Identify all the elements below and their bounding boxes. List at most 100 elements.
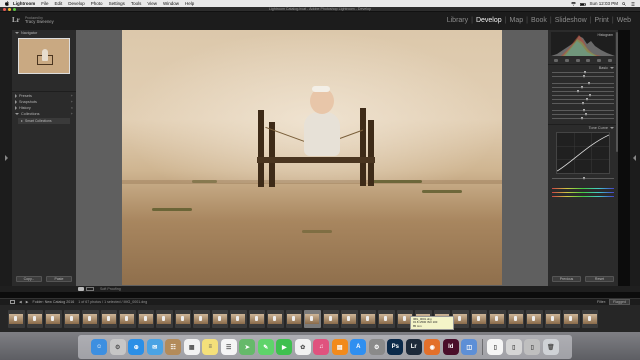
loupe-view[interactable]	[76, 30, 548, 286]
clear-history-icon[interactable]: ×	[71, 106, 73, 110]
mail-icon[interactable]: ✉	[146, 339, 163, 355]
filmstrip-thumbnail[interactable]	[544, 309, 561, 328]
filmstrip-thumbnail[interactable]	[63, 309, 80, 328]
filmstrip-thumbnail[interactable]	[100, 309, 117, 328]
wifi-icon[interactable]	[571, 1, 577, 6]
filmstrip-thumbnail[interactable]	[322, 309, 339, 328]
filmstrip-thumbnail[interactable]	[45, 309, 62, 328]
navigator-header[interactable]: Navigator	[12, 30, 76, 36]
previous-button[interactable]: Previous	[552, 276, 581, 282]
system-preferences-icon[interactable]: ⚙	[368, 339, 385, 355]
filmstrip[interactable]	[0, 305, 640, 332]
right-panel-collapse-gutter[interactable]	[630, 30, 640, 286]
facetime-icon[interactable]: ▶	[276, 339, 293, 355]
copy-settings-button[interactable]: Copy...	[16, 276, 42, 282]
filmstrip-thumbnail[interactable]	[248, 309, 265, 328]
collections-header[interactable]: Collections +	[12, 111, 76, 117]
filmstrip-thumbnail[interactable]	[174, 309, 191, 328]
tone-curve-header[interactable]: Tone Curve	[548, 124, 618, 130]
menu-photo[interactable]: Photo	[91, 1, 103, 6]
filmstrip-thumbnail[interactable]	[563, 309, 580, 328]
before-after-icon[interactable]	[86, 287, 94, 291]
module-print[interactable]: Print	[591, 17, 611, 24]
photos-icon[interactable]: ✿	[294, 339, 311, 355]
calendar-icon[interactable]: ▦	[183, 339, 200, 355]
smart-collections-item[interactable]: Smart Collections	[18, 118, 70, 124]
photoshop-icon[interactable]: Ps	[387, 339, 404, 355]
filmstrip-thumbnail[interactable]	[489, 309, 506, 328]
battery-icon[interactable]	[580, 2, 587, 6]
module-book[interactable]: Book	[528, 17, 550, 24]
menubar-clock[interactable]: Sun 12:03 PM	[589, 1, 618, 6]
downloads-icon[interactable]: ▯	[505, 339, 522, 355]
filmstrip-thumbnail[interactable]	[193, 309, 210, 328]
hsl-lum-slider[interactable]	[552, 194, 614, 198]
indesign-icon[interactable]: Id	[442, 339, 459, 355]
filmstrip-thumbnail[interactable]	[119, 309, 136, 328]
module-slideshow[interactable]: Slideshow	[552, 17, 590, 24]
menu-help[interactable]: Help	[185, 1, 194, 6]
menu-settings[interactable]: Settings	[109, 1, 125, 6]
filmstrip-thumbnail[interactable]	[341, 309, 358, 328]
filmstrip-thumbnail[interactable]	[378, 309, 395, 328]
menu-lightroom[interactable]: Lightroom	[13, 1, 35, 6]
filmstrip-thumbnail[interactable]	[137, 309, 154, 328]
filmstrip-thumbnail[interactable]	[8, 309, 25, 328]
safari-icon[interactable]: ⊕	[128, 339, 145, 355]
menu-develop[interactable]: Develop	[68, 1, 85, 6]
menu-tools[interactable]: Tools	[131, 1, 142, 6]
module-develop[interactable]: Develop	[473, 17, 505, 24]
filmstrip-thumbnail[interactable]	[526, 309, 543, 328]
menu-file[interactable]: File	[41, 1, 48, 6]
loupe-view-icon[interactable]	[78, 287, 84, 291]
document-icon[interactable]: ▯	[487, 339, 504, 355]
lightroom-icon[interactable]: Lr	[405, 339, 422, 355]
reset-button[interactable]: Reset	[585, 276, 614, 282]
filmstrip-thumbnail[interactable]	[285, 309, 302, 328]
radial-filter-icon[interactable]	[596, 59, 601, 62]
spot-removal-icon[interactable]	[564, 59, 569, 62]
app-store-icon[interactable]: A	[350, 339, 367, 355]
navigator-preview[interactable]	[18, 38, 70, 74]
source-path[interactable]: Folder: New Catalog 2016	[33, 300, 75, 304]
add-snapshot-icon[interactable]: +	[71, 100, 73, 104]
launchpad-icon[interactable]: ⚙	[109, 339, 126, 355]
filmstrip-thumbnail[interactable]	[359, 309, 376, 328]
module-map[interactable]: Map	[506, 17, 526, 24]
filmstrip-thumbnail[interactable]	[156, 309, 173, 328]
ibooks-icon[interactable]: ▤	[331, 339, 348, 355]
itunes-icon[interactable]: ♫	[313, 339, 330, 355]
contacts-icon[interactable]: ☷	[165, 339, 182, 355]
filmstrip-thumbnail[interactable]	[82, 309, 99, 328]
right-panel-scrollbar[interactable]	[616, 32, 618, 152]
filmstrip-thumbnail[interactable]	[507, 309, 524, 328]
filmstrip-thumbnail[interactable]	[26, 309, 43, 328]
grid-view-icon[interactable]	[10, 300, 15, 304]
menu-edit[interactable]: Edit	[55, 1, 63, 6]
folder-icon[interactable]: ▯	[524, 339, 541, 355]
module-library[interactable]: Library	[444, 17, 471, 24]
notification-center-icon[interactable]	[631, 2, 636, 6]
graduated-filter-icon[interactable]	[586, 59, 591, 62]
spotlight-icon[interactable]	[622, 1, 627, 6]
filmstrip-thumbnail[interactable]	[211, 309, 228, 328]
menu-window[interactable]: Window	[163, 1, 179, 6]
apple-menu-icon[interactable]	[4, 1, 9, 6]
add-collection-icon[interactable]: +	[71, 112, 73, 116]
main-photo[interactable]	[122, 30, 502, 285]
module-web[interactable]: Web	[614, 17, 634, 24]
reminders-icon[interactable]: ☰	[220, 339, 237, 355]
filmstrip-thumbnail[interactable]	[267, 309, 284, 328]
crop-tool-icon[interactable]	[554, 59, 559, 62]
menu-view[interactable]: View	[147, 1, 157, 6]
add-preset-icon[interactable]: +	[71, 94, 73, 98]
firefox-icon[interactable]: ◉	[424, 339, 441, 355]
notes-icon[interactable]: ≡	[202, 339, 219, 355]
soft-proofing-toggle[interactable]: Soft Proofing	[100, 286, 121, 292]
finder-icon[interactable]: ☺	[91, 339, 108, 355]
forward-arrow-icon[interactable]: ▶	[26, 300, 29, 304]
messages-icon[interactable]: ✎	[257, 339, 274, 355]
filmstrip-thumbnail[interactable]	[452, 309, 469, 328]
filmstrip-thumbnail[interactable]	[581, 309, 598, 328]
preview-icon[interactable]: ◫	[461, 339, 478, 355]
